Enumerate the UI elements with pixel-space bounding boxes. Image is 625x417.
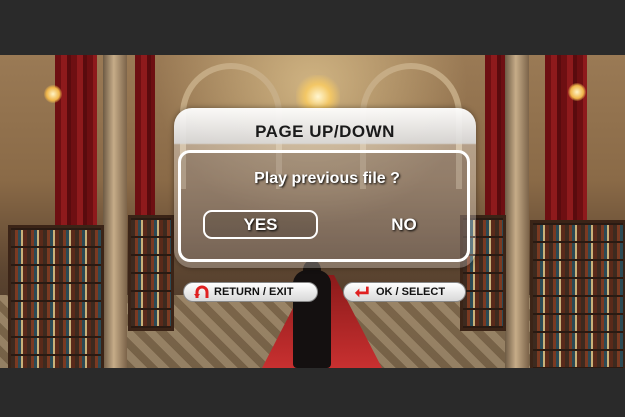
dialog-title: PAGE UP/DOWN [255, 122, 395, 141]
return-exit-hint: RETURN / EXIT [183, 282, 318, 302]
dialog-question: Play previous file ? [254, 170, 400, 187]
bookshelf-right [530, 220, 625, 368]
enter-arrow-icon [354, 286, 369, 298]
ok-select-label: OK / SELECT [376, 286, 446, 298]
pillar-right [505, 55, 529, 368]
curtain-left-2 [135, 55, 155, 225]
confirm-dialog: PAGE UP/DOWN Play previous file ? YES NO [174, 108, 476, 268]
return-arrow-icon [194, 285, 209, 298]
letterbox-top [0, 0, 625, 55]
ok-select-hint: OK / SELECT [343, 282, 466, 302]
curtain-left [55, 55, 97, 225]
return-exit-label: RETURN / EXIT [214, 286, 294, 298]
no-button[interactable]: NO [369, 210, 439, 239]
wall-lamp-left [44, 85, 62, 103]
pillar-left [103, 55, 127, 368]
dialog-body: Play previous file ? YES NO [178, 150, 470, 262]
bookshelf-left [8, 225, 104, 368]
yes-button[interactable]: YES [203, 210, 318, 239]
chandelier [296, 75, 340, 111]
bookshelf-mid-left [128, 215, 174, 331]
letterbox-bottom [0, 368, 625, 417]
curtain-right-2 [485, 55, 507, 225]
curtain-right [545, 55, 587, 225]
wall-lamp-right [568, 83, 586, 101]
